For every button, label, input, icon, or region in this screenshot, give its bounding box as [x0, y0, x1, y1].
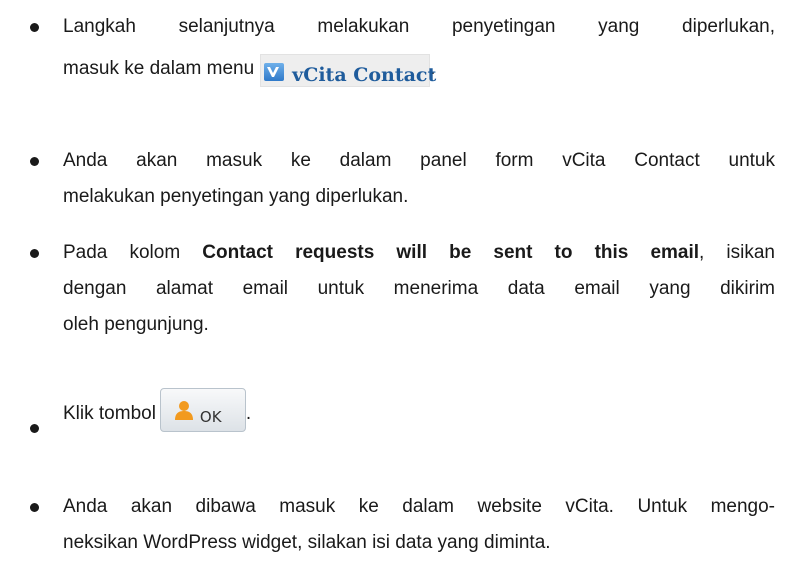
bullet [30, 23, 39, 32]
vcita-contact-menu-image: vCita Contact [260, 54, 436, 87]
item-text: dengan alamat email untuk menerima data … [63, 278, 775, 299]
item-text: . [245, 403, 252, 424]
item-text: masuk ke dalam menu [63, 58, 255, 79]
item-text: oleh pengunjung. [63, 314, 209, 335]
item-text: Klik tombol [63, 403, 156, 424]
ok-label: OK [199, 408, 222, 426]
menu-label: vCita Contact [292, 64, 437, 86]
bullet [30, 157, 39, 166]
bold-field-name: Contact requests will be sent to this em… [202, 242, 700, 263]
item-text: neksikan WordPress widget, silakan isi d… [63, 532, 551, 553]
item-text: Langkah selanjutnya melakukan penyetinga… [63, 16, 775, 37]
ok-button-image: OK [159, 388, 246, 434]
bullet [30, 424, 39, 433]
user-icon [173, 398, 195, 434]
item-text: Pada kolom Contact requests will be sent… [63, 242, 776, 263]
bullet [30, 249, 39, 258]
vcita-logo-icon [264, 63, 285, 81]
bullet [30, 503, 39, 512]
item-text: Anda akan masuk ke dalam panel form vCit… [63, 150, 775, 171]
item-text: Anda akan dibawa masuk ke dalam website … [63, 496, 775, 517]
item-text: melakukan penyetingan yang diperlukan. [63, 186, 409, 207]
